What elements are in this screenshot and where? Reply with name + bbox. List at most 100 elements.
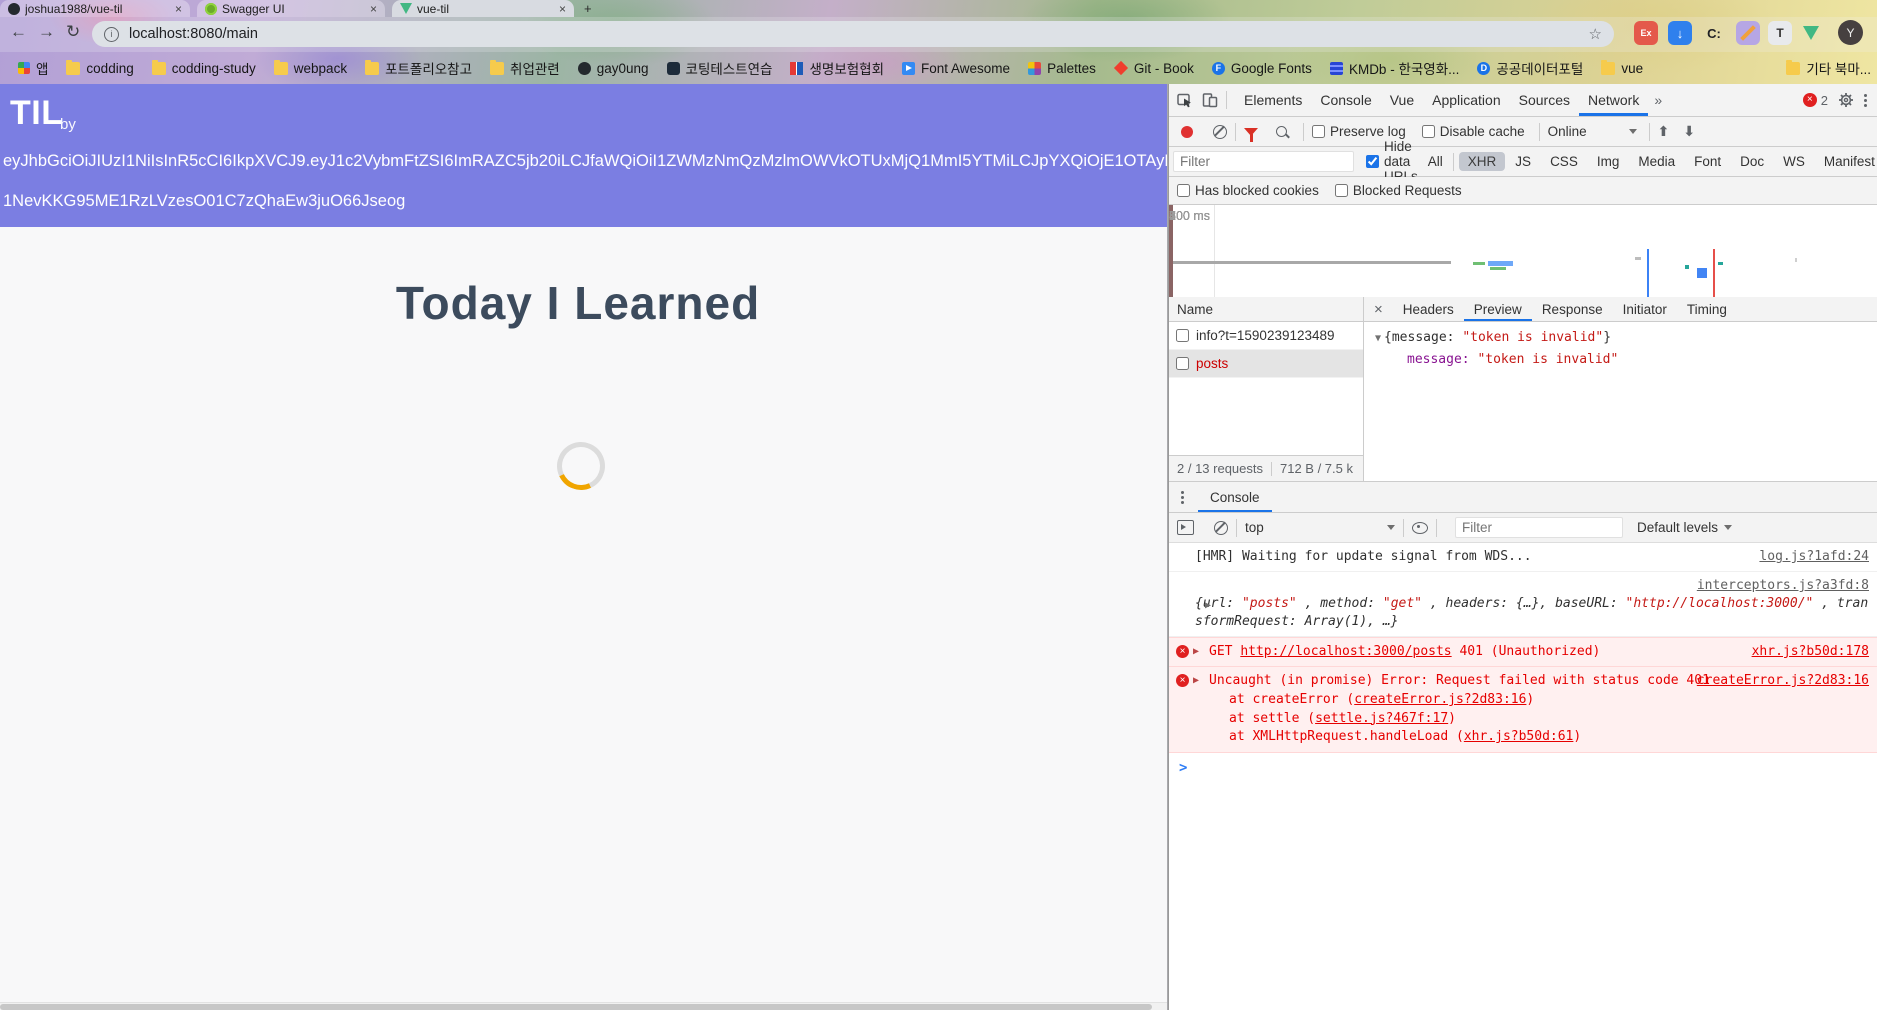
request-row-checkbox[interactable] (1176, 357, 1189, 370)
bookmark-star-icon[interactable]: ☆ (1589, 25, 1602, 43)
app-logo[interactable]: TIL (10, 94, 62, 133)
detail-tab[interactable]: Timing (1677, 297, 1737, 321)
browser-tab[interactable]: joshua1988/vue-til × (0, 0, 190, 17)
hide-data-urls-input[interactable] (1366, 155, 1379, 168)
console-log-row[interactable]: interceptors.js?a3fd:8 ▶ {url: "posts" ,… (1169, 572, 1877, 637)
source-link[interactable]: log.js?1afd:24 (1759, 548, 1869, 566)
colorzilla-extension-icon[interactable]: C: (1702, 21, 1726, 45)
drawer-menu-icon[interactable] (1181, 489, 1184, 506)
horizontal-scrollbar[interactable] (0, 1002, 1167, 1010)
search-network-icon[interactable] (1276, 126, 1287, 137)
type-filter[interactable]: WS (1774, 152, 1814, 171)
detail-tab[interactable]: Response (1532, 297, 1613, 321)
expand-arrow-icon[interactable]: ▶ (1193, 643, 1199, 661)
type-filter[interactable]: XHR (1458, 152, 1506, 171)
bookmark-item[interactable]: 취업관련 (490, 58, 560, 78)
bookmark-item[interactable]: 생명보험협회 (790, 58, 884, 78)
bookmark-item[interactable]: 공공데이터포털 (1477, 58, 1583, 78)
console-filter-input[interactable] (1455, 517, 1623, 538)
expand-arrow-icon[interactable]: ▶ (1193, 672, 1199, 690)
throttling-select[interactable]: Online (1548, 124, 1587, 139)
forward-button[interactable]: → (38, 22, 55, 42)
console-prompt[interactable]: > (1169, 753, 1877, 776)
expand-arrow-icon[interactable]: ▶ (1205, 597, 1211, 615)
device-toolbar-icon[interactable] (1202, 92, 1218, 108)
url-text[interactable]: localhost:8080/main (129, 26, 1589, 42)
name-column-header[interactable]: Name (1169, 297, 1364, 321)
bookmark-item[interactable]: codding (66, 59, 134, 76)
vue-devtools-extension-icon[interactable] (1799, 21, 1823, 45)
detail-tab[interactable]: Initiator (1613, 297, 1677, 321)
blocked-requests-input[interactable] (1334, 184, 1348, 197)
more-tabs-icon[interactable]: » (1648, 92, 1668, 108)
live-expression-eye-icon[interactable] (1412, 521, 1428, 534)
type-filter-all[interactable]: All (1428, 154, 1443, 169)
network-timeline-overview[interactable]: 100 ms 200 ms 300 ms 400 ms 500 ms 600 m… (1169, 205, 1877, 298)
settings-gear-icon[interactable] (1838, 92, 1854, 108)
type-filter[interactable]: Manifest (1815, 152, 1877, 171)
bookmark-item[interactable]: vue (1601, 59, 1643, 76)
object-preview[interactable]: ▶ {url: "posts" , method: "get" , header… (1195, 595, 1869, 631)
console-drawer-tab[interactable]: Console (1198, 482, 1272, 512)
close-detail-icon[interactable]: × (1364, 301, 1393, 318)
disable-cache-input[interactable] (1421, 125, 1435, 138)
console-error-row[interactable]: × ▶ Uncaught (in promise) Error: Request… (1169, 667, 1877, 753)
has-blocked-cookies-checkbox[interactable]: Has blocked cookies (1177, 183, 1319, 198)
preview-root-line[interactable]: ▼ {message: "token is invalid"} (1375, 330, 1877, 345)
profile-avatar[interactable]: Y (1838, 20, 1863, 45)
import-har-icon[interactable]: ⬆ (1658, 123, 1670, 140)
bookmark-item[interactable]: webpack (273, 59, 347, 76)
source-link[interactable]: createError.js?2d83:16 (1697, 672, 1869, 690)
tab-close-icon[interactable]: × (175, 3, 182, 15)
request-row[interactable]: info?t=1590239123489 (1169, 322, 1363, 350)
devtools-tab[interactable]: Vue (1381, 84, 1423, 116)
other-bookmarks-button[interactable]: 기타 북마... (1786, 58, 1871, 78)
bookmark-item[interactable]: 코팅테스트연습 (666, 58, 772, 78)
browser-tab-active[interactable]: vue-til × (392, 0, 574, 17)
type-filter[interactable]: CSS (1541, 152, 1587, 171)
bookmark-item[interactable]: codding-study (151, 59, 256, 76)
devtools-menu-icon[interactable] (1864, 92, 1867, 109)
new-tab-button[interactable]: + (584, 1, 592, 16)
detail-tab[interactable]: Headers (1393, 297, 1464, 321)
record-network-log-icon[interactable] (1181, 125, 1193, 138)
bookmark-item[interactable]: Palettes (1028, 61, 1096, 76)
type-filter[interactable]: Doc (1731, 152, 1773, 171)
type-filter[interactable]: JS (1506, 152, 1540, 171)
bookmark-item[interactable]: gay0ung (577, 61, 649, 76)
type-filter[interactable]: Font (1685, 152, 1730, 171)
devtools-tab[interactable]: Sources (1510, 84, 1579, 116)
type-filter[interactable]: Img (1588, 152, 1629, 171)
preserve-log-input[interactable] (1312, 125, 1325, 138)
devtools-tab[interactable]: Network (1578, 84, 1649, 116)
console-log-row[interactable]: [HMR] Waiting for update signal from WDS… (1169, 543, 1877, 572)
tampermonkey-extension-icon[interactable]: T (1768, 21, 1792, 45)
scrollbar-thumb[interactable] (0, 1004, 1152, 1010)
source-link[interactable]: interceptors.js?a3fd:8 (1697, 577, 1869, 595)
detail-tab[interactable]: Preview (1463, 297, 1532, 321)
browser-tab[interactable]: Swagger UI × (197, 0, 385, 17)
console-sidebar-icon[interactable] (1177, 520, 1194, 535)
back-button[interactable]: ← (10, 22, 27, 42)
clear-console-icon[interactable] (1214, 520, 1228, 535)
has-blocked-cookies-input[interactable] (1177, 184, 1190, 197)
extension-icon[interactable]: Ex (1634, 21, 1658, 45)
bookmark-item[interactable]: Git - Book (1113, 61, 1194, 76)
network-filter-input[interactable] (1173, 151, 1354, 172)
devtools-tab[interactable]: Console (1311, 84, 1380, 116)
disable-cache-checkbox[interactable]: Disable cache (1421, 124, 1525, 139)
stack-link[interactable]: settle.js?467f:17 (1315, 711, 1448, 726)
console-error-row[interactable]: × ▶ GET http://localhost:3000/posts 401 … (1169, 637, 1877, 667)
stack-link[interactable]: xhr.js?b50d:61 (1464, 729, 1574, 744)
tab-close-icon[interactable]: × (559, 3, 566, 15)
address-bar[interactable]: i localhost:8080/main ☆ (92, 21, 1614, 47)
request-row[interactable]: posts (1169, 350, 1363, 378)
bookmark-item[interactable]: 포트폴리오참고 (365, 58, 472, 78)
inspect-element-icon[interactable] (1177, 92, 1193, 108)
type-filter[interactable]: Media (1629, 152, 1684, 171)
preserve-log-checkbox[interactable]: Preserve log (1312, 124, 1406, 139)
bookmark-item[interactable]: Google Fonts (1211, 61, 1312, 76)
clear-network-log-icon[interactable] (1213, 124, 1227, 139)
expand-arrow-icon[interactable]: ▼ (1375, 333, 1381, 344)
filter-funnel-icon[interactable] (1244, 127, 1258, 142)
